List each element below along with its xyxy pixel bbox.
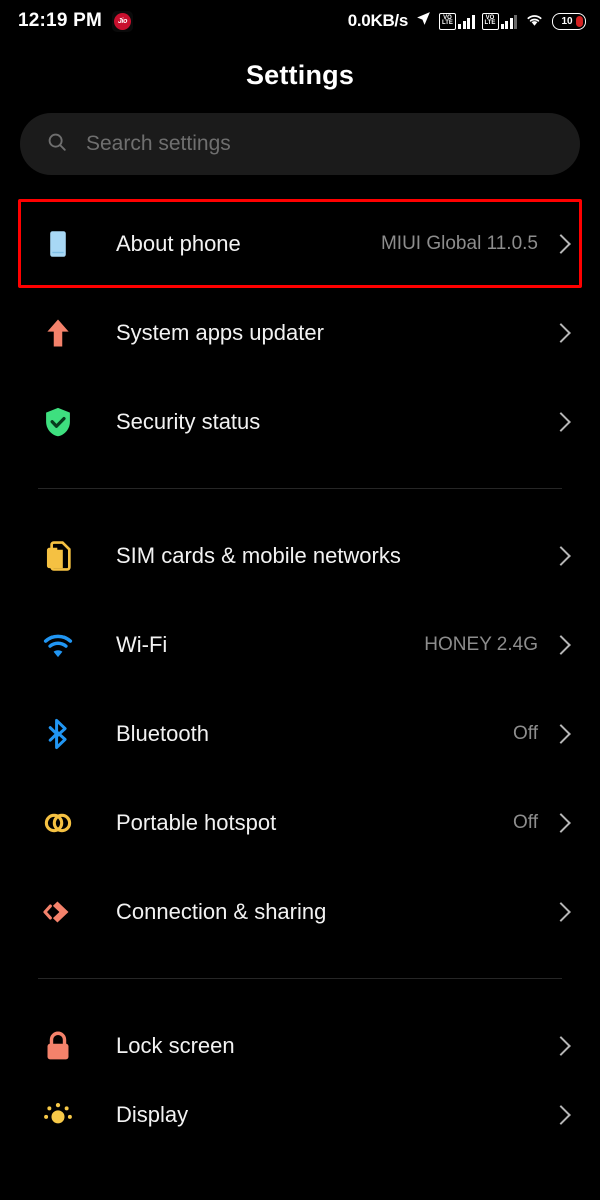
hotspot-rings-icon — [38, 803, 78, 843]
group-divider — [38, 978, 562, 979]
settings-row-sim-cards[interactable]: SIM cards & mobile networks — [0, 511, 600, 600]
lock-icon — [38, 1026, 78, 1066]
status-clock: 12:19 PM — [18, 10, 102, 31]
settings-row-label: Connection & sharing — [116, 898, 327, 924]
settings-row-label: Lock screen — [116, 1032, 235, 1058]
settings-row-display[interactable]: Display — [0, 1090, 600, 1150]
volte-icon-sim2: VO LTE — [481, 12, 499, 30]
settings-row-value: MIUI Global 11.0.5 — [380, 232, 538, 254]
chevron-right-icon — [551, 634, 571, 655]
settings-list: About phone MIUI Global 11.0.5 System ap… — [0, 199, 600, 1150]
connection-sharing-icon — [38, 892, 78, 932]
status-bar: 12:19 PM Jio 0.0KB/s VO LTE VO LTE 10 — [0, 0, 600, 42]
settings-row-label: About phone — [116, 230, 241, 256]
settings-row-label: SIM cards & mobile networks — [116, 542, 401, 568]
shield-check-icon — [38, 402, 78, 442]
chevron-right-icon — [551, 723, 571, 744]
chevron-right-icon — [551, 545, 571, 566]
brightness-sun-icon — [38, 1096, 78, 1136]
settings-row-about-phone[interactable]: About phone MIUI Global 11.0.5 — [0, 199, 600, 288]
chevron-right-icon — [551, 1035, 571, 1056]
battery-indicator: 10 — [552, 12, 586, 30]
status-bar-left: 12:19 PM Jio — [18, 10, 133, 32]
settings-row-label: Security status — [116, 408, 261, 434]
chevron-right-icon — [551, 233, 571, 254]
search-input[interactable]: Search settings — [20, 113, 580, 175]
settings-row-label: Display — [116, 1102, 189, 1127]
battery-percent-label: 10 — [561, 15, 573, 27]
sim-cards-icon — [38, 536, 78, 576]
volte-icon-sim1: VO LTE — [439, 12, 456, 30]
network-speed-indicator: 0.0KB/s — [347, 11, 409, 30]
signal-bars-sim2 — [500, 13, 517, 29]
sim2-signal-group: VO LTE — [481, 12, 517, 30]
settings-row-value: HONEY 2.4G — [424, 633, 538, 655]
location-arrow-icon — [415, 10, 432, 32]
wifi-icon — [524, 10, 545, 32]
wifi-icon — [38, 625, 78, 665]
jio-logo-glyph: Jio — [113, 12, 131, 30]
group-divider — [38, 488, 562, 489]
settings-row-label: System apps updater — [116, 319, 324, 345]
settings-row-value: Off — [513, 811, 538, 833]
bluetooth-icon — [38, 714, 78, 754]
settings-row-lock-screen[interactable]: Lock screen — [0, 1001, 600, 1090]
chevron-right-icon — [551, 901, 571, 922]
chevron-right-icon — [551, 411, 571, 432]
up-arrow-icon — [38, 313, 78, 353]
search-area: Search settings — [0, 113, 600, 175]
settings-row-bluetooth[interactable]: Bluetooth Off — [0, 689, 600, 778]
battery-fill — [576, 15, 583, 27]
status-bar-right: 0.0KB/s VO LTE VO LTE 10 — [348, 10, 586, 32]
settings-row-portable-hotspot[interactable]: Portable hotspot Off — [0, 778, 600, 867]
settings-row-security-status[interactable]: Security status — [0, 377, 600, 466]
chevron-right-icon — [551, 322, 571, 343]
settings-row-label: Wi-Fi — [116, 631, 168, 657]
search-icon — [46, 131, 68, 158]
page-title: Settings — [245, 60, 355, 90]
sim1-signal-group: VO LTE — [439, 12, 475, 30]
search-placeholder-text: Search settings — [86, 132, 231, 155]
signal-bars-sim1 — [458, 13, 475, 29]
settings-row-wifi[interactable]: Wi-Fi HONEY 2.4G — [0, 600, 600, 689]
jio-notification-icon: Jio — [111, 10, 133, 32]
settings-row-value: Off — [513, 722, 538, 744]
settings-row-system-apps-updater[interactable]: System apps updater — [0, 288, 600, 377]
settings-row-label: Portable hotspot — [116, 809, 277, 835]
settings-row-label: Bluetooth — [116, 720, 209, 746]
phone-device-icon — [38, 224, 78, 264]
chevron-right-icon — [551, 1105, 571, 1125]
chevron-right-icon — [551, 812, 571, 833]
settings-row-connection-sharing[interactable]: Connection & sharing — [0, 867, 600, 956]
